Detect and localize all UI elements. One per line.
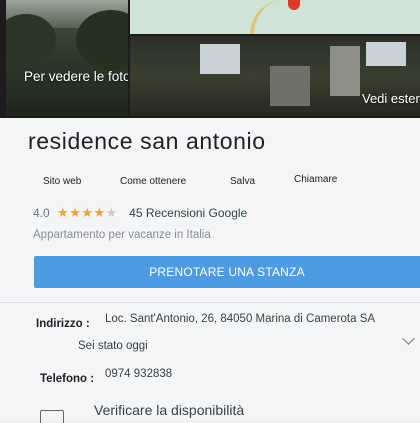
book-room-button[interactable]: PRENOTARE UNA STANZA xyxy=(34,256,420,288)
directions-button[interactable]: Come ottenere xyxy=(120,176,186,187)
place-title: residence san antonio xyxy=(28,128,266,154)
phone-value[interactable]: 0974 932838 xyxy=(105,368,172,380)
action-bar: Sito web Come ottenere Salva Chiamare xyxy=(0,174,420,192)
phone-label: Telefono : xyxy=(40,373,95,385)
calendar-icon xyxy=(40,410,64,423)
photo-sky xyxy=(366,42,406,66)
rating-row: 4.0 ★★★★★ 45 Recensioni Google xyxy=(33,205,247,221)
star-empty-icon: ★ xyxy=(105,205,118,220)
photo-building xyxy=(270,66,310,106)
place-category: Appartamento per vacanze in Italia xyxy=(33,229,211,241)
reviews-link[interactable]: 45 Recensioni Google xyxy=(129,206,247,220)
photo-sky xyxy=(200,44,240,74)
star-filled-icon: ★ xyxy=(57,205,70,220)
rating-score: 4.0 xyxy=(33,206,50,220)
address-label: Indirizzo : xyxy=(36,318,90,330)
star-filled-icon: ★ xyxy=(81,205,94,220)
photo-strip: Per vedere le foto Vedi ester xyxy=(0,0,420,118)
hours-text[interactable]: Sei stato oggi xyxy=(78,340,148,352)
photo-exterior-label: Vedi ester xyxy=(362,91,420,106)
divider xyxy=(0,302,420,303)
photo-building xyxy=(330,46,360,96)
star-filled-icon: ★ xyxy=(69,205,82,220)
map-thumbnail[interactable] xyxy=(130,0,420,34)
photo-left-label: Per vedere le foto xyxy=(24,69,128,84)
photo-left[interactable]: Per vedere le foto xyxy=(6,0,128,116)
star-rating-icon: ★★★★★ xyxy=(57,205,118,220)
website-button[interactable]: Sito web xyxy=(43,176,81,187)
save-button[interactable]: Salva xyxy=(230,176,255,187)
photo-tree xyxy=(6,14,56,64)
check-availability-link[interactable]: Verificare la disponibilità xyxy=(94,402,244,418)
call-button[interactable]: Chiamare xyxy=(294,174,337,185)
address-value[interactable]: Loc. Sant'Antonio, 26, 84050 Marina di C… xyxy=(105,313,375,325)
star-filled-icon: ★ xyxy=(93,205,106,220)
